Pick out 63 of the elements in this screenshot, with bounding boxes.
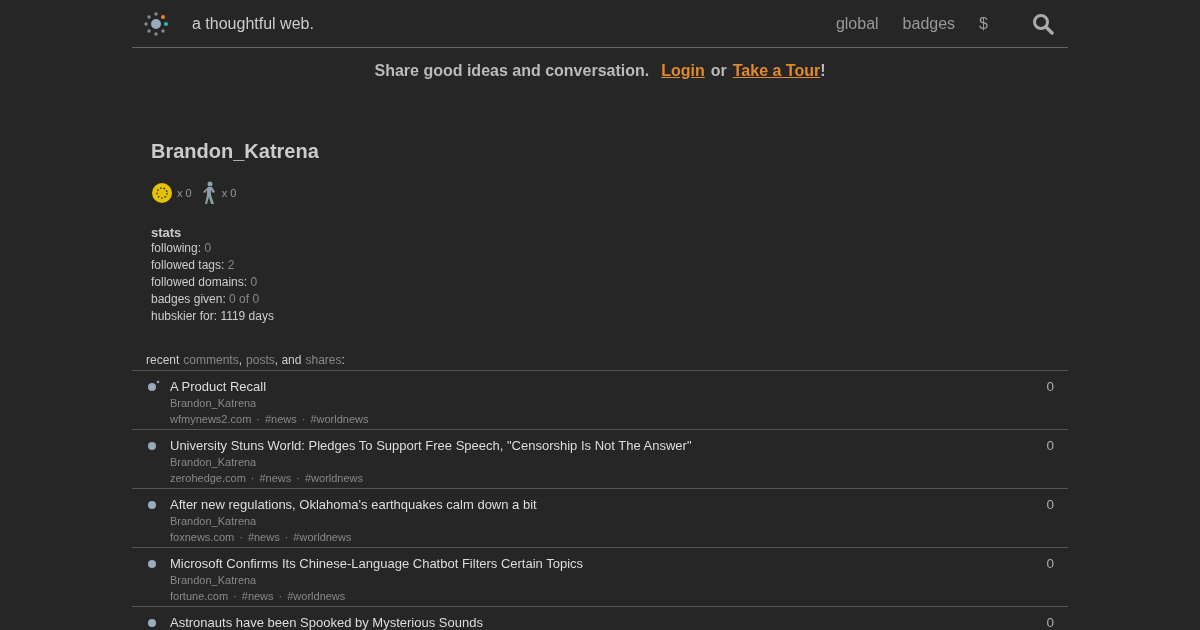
- recent-link[interactable]: comments: [183, 353, 239, 367]
- post-tag[interactable]: #worldnews: [310, 413, 369, 425]
- separator-dot: ·: [250, 472, 255, 484]
- post-tag[interactable]: #worldnews: [287, 590, 346, 602]
- recent-text: :: [341, 353, 345, 367]
- separator-dot: ·: [284, 531, 289, 543]
- post-title[interactable]: Astronauts have been Spooked by Mysterious Sounds: [170, 615, 483, 630]
- post-author[interactable]: Brandon_Katrena: [170, 515, 257, 527]
- post-title[interactable]: Microsoft Confirms Its Chinese-Language Chatbot Filters Certain Topics: [170, 556, 584, 571]
- walking-figure-icon: [201, 181, 218, 205]
- badge-icon: [151, 182, 173, 204]
- stat-line: followed domains: 0: [151, 274, 259, 291]
- badge-count: x 0: [177, 187, 192, 199]
- post-score: 0: [1046, 615, 1054, 630]
- post-tag[interactable]: #news: [259, 472, 292, 484]
- logo-icon[interactable]: [142, 9, 170, 38]
- post-tag[interactable]: #worldnews: [304, 472, 364, 484]
- stat-line: badges given: 0 of 0: [151, 291, 261, 308]
- post-tag[interactable]: #news: [247, 531, 280, 543]
- post-title[interactable]: A Product Recall: [170, 379, 267, 394]
- recent-text: recent: [146, 353, 180, 367]
- shared-dot-icon: [146, 380, 162, 392]
- post-tag[interactable]: #news: [241, 590, 274, 602]
- recent-text: , and: [274, 353, 302, 367]
- post-domain[interactable]: wfmynews2.com: [170, 413, 252, 425]
- stat-line: hubskier for: 1119 days: [151, 308, 275, 325]
- separator-dot: ·: [278, 590, 283, 602]
- post-score: 0: [1046, 556, 1054, 571]
- stat-line: followed tags: 2: [151, 257, 236, 274]
- nav-link[interactable]: badges: [902, 14, 956, 33]
- post-score: 0: [1046, 379, 1054, 394]
- separator-dot: ·: [239, 531, 243, 543]
- post-author[interactable]: Brandon_Katrena: [170, 397, 257, 409]
- banner-text: Share good ideas and conversation.: [374, 62, 650, 80]
- post-domain[interactable]: foxnews.com: [170, 531, 235, 543]
- banner-exclamation: !: [820, 62, 826, 80]
- recent-text: ,: [238, 353, 243, 367]
- stats-heading: stats: [151, 225, 183, 240]
- login-link[interactable]: Login: [661, 62, 705, 80]
- post-score: 0: [1046, 438, 1054, 453]
- post-domain[interactable]: zerohedge.com: [170, 472, 246, 484]
- separator-dot: ·: [233, 590, 237, 602]
- separator-dot: ·: [301, 413, 306, 425]
- post-score: 0: [1046, 497, 1054, 512]
- post-domain[interactable]: fortune.com: [170, 590, 229, 602]
- post-title[interactable]: University Stuns World: Pledges To Support Free Speech, "Censorship Is Not The Answer": [170, 438, 692, 453]
- nav-link[interactable]: $: [979, 14, 988, 33]
- post-author[interactable]: Brandon_Katrena: [170, 456, 257, 468]
- separator-dot: ·: [296, 472, 300, 484]
- nav-link[interactable]: global: [835, 14, 879, 33]
- banner-or: or: [710, 62, 727, 80]
- separator-dot: ·: [256, 413, 260, 425]
- badge-count: x 0: [221, 187, 237, 199]
- post-tag[interactable]: #worldnews: [293, 531, 352, 543]
- username: Brandon_Katrena: [151, 140, 320, 163]
- search-icon[interactable]: [1032, 12, 1054, 35]
- recent-link[interactable]: posts: [246, 353, 275, 367]
- tour-link[interactable]: Take a Tour: [732, 62, 821, 80]
- post-author[interactable]: Brandon_Katrena: [170, 574, 257, 586]
- post-title[interactable]: After new regulations, Oklahoma's earthquakes calm down a bit: [170, 497, 537, 512]
- tagline: a thoughtful web.: [192, 14, 315, 33]
- post-tag[interactable]: #news: [264, 413, 297, 425]
- stat-line: following: 0: [151, 240, 213, 257]
